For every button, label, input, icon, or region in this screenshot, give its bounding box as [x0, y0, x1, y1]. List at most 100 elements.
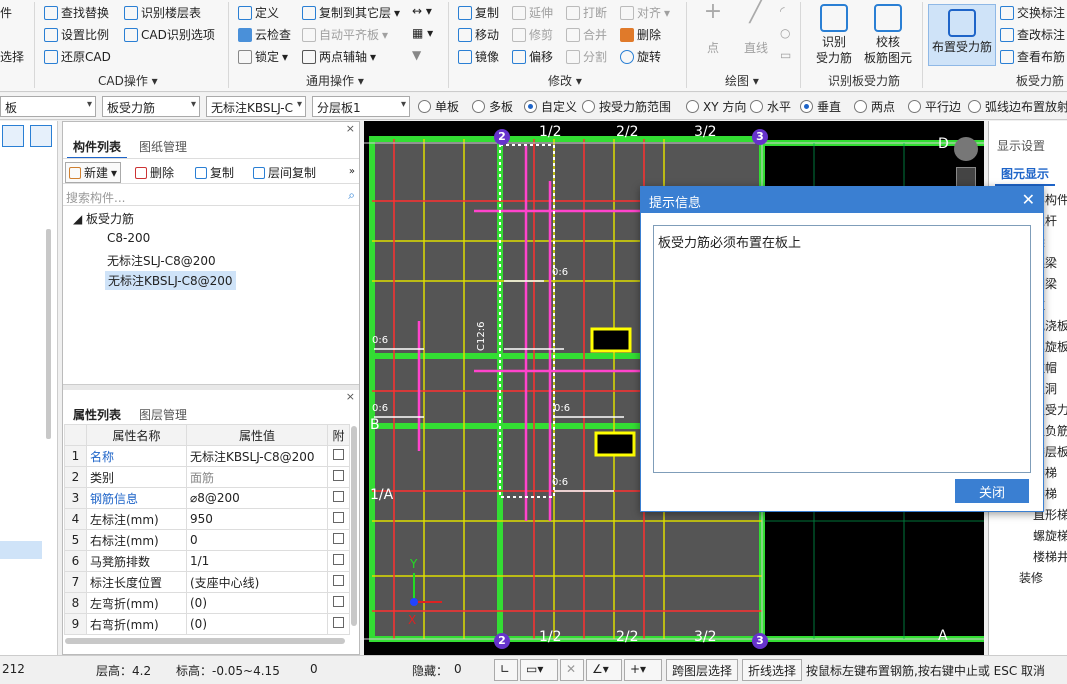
table-row[interactable]: 6 马凳筋排数 1/1: [64, 550, 350, 572]
grid-view-icon[interactable]: [30, 125, 52, 147]
table-row[interactable]: 3 钢筋信息 ⌀8@200: [64, 487, 350, 509]
table-row[interactable]: 5 右标注(mm) 0: [64, 529, 350, 551]
split-button[interactable]: 分割: [566, 48, 607, 65]
draw-rect-button[interactable]: ▭: [780, 48, 791, 62]
radio-option[interactable]: 多板: [472, 98, 513, 115]
align-button[interactable]: 对齐 ▾: [620, 4, 670, 21]
radio-option[interactable]: 垂直: [800, 98, 841, 115]
floor-type-select[interactable]: 板: [0, 96, 96, 117]
rotate-button[interactable]: 旋转: [620, 48, 661, 65]
snap-toggle[interactable]: ▭▾: [520, 659, 558, 681]
place-rebar-button[interactable]: 布置受力筋: [928, 4, 996, 66]
polyline-select-button[interactable]: 折线选择: [742, 659, 803, 681]
radio-option[interactable]: 单板: [418, 98, 459, 115]
cad-options-button[interactable]: CAD识别选项: [124, 26, 215, 43]
cross-toggle[interactable]: ✕: [560, 659, 584, 681]
merge-button[interactable]: 合并: [566, 26, 607, 43]
table-row[interactable]: 4 左标注(mm) 950: [64, 508, 350, 530]
display-item[interactable]: 螺旋梯: [1033, 527, 1067, 544]
trim-button[interactable]: 修剪: [512, 26, 553, 43]
table-row[interactable]: 2 类别 面筋: [64, 466, 350, 488]
search-input[interactable]: 搜索构件... ⌕: [63, 186, 359, 206]
axis-marker-bottom[interactable]: 2: [494, 633, 510, 649]
table-row[interactable]: 8 左弯折(mm) (0): [64, 592, 350, 614]
lock-button[interactable]: 锁定 ▾: [238, 48, 288, 65]
list-view-icon[interactable]: [2, 125, 24, 147]
more-icon[interactable]: »: [349, 166, 355, 177]
identify-rebar-button[interactable]: 识别 受力筋: [808, 4, 860, 66]
floor-copy-button[interactable]: 层间复制: [253, 164, 316, 181]
group-label-draw[interactable]: 绘图 ▾: [725, 72, 759, 89]
checkbox[interactable]: [333, 617, 344, 628]
restore-cad-button[interactable]: 还原CAD: [44, 48, 111, 65]
radio-option[interactable]: 按受力筋范围: [582, 98, 671, 115]
move-button[interactable]: 移动: [458, 26, 499, 43]
display-item[interactable]: 楼梯井: [1033, 548, 1067, 565]
set-scale-button[interactable]: 设置比例: [44, 26, 109, 43]
axis-marker-top[interactable]: 2: [494, 129, 510, 145]
panel-close-icon[interactable]: ×: [346, 122, 355, 135]
left-scrollbar[interactable]: [46, 229, 51, 439]
component-name-select[interactable]: 无标注KBSLJ-C: [206, 96, 306, 117]
dimension-button[interactable]: ↔ ▾: [412, 4, 432, 18]
auto-level-slab-button[interactable]: 自动平齐板 ▾: [302, 26, 388, 43]
copy-to-floor-button[interactable]: 复制到其它层 ▾: [302, 4, 400, 21]
delete-component-button[interactable]: 删除: [135, 164, 174, 181]
offset-toggle[interactable]: +▾: [624, 659, 662, 681]
angle-toggle[interactable]: ∠▾: [586, 659, 622, 681]
ortho-toggle[interactable]: ∟: [494, 659, 518, 681]
props-hscrollbar[interactable]: [65, 638, 345, 644]
copy-button[interactable]: 复制: [458, 4, 499, 21]
edge-button-2[interactable]: 选择: [0, 48, 24, 65]
props-scrollbar[interactable]: [351, 426, 357, 626]
break-button[interactable]: 打断: [566, 4, 607, 21]
cross-layer-button[interactable]: 跨图层选择: [666, 659, 739, 681]
group-label-modify[interactable]: 修改 ▾: [548, 72, 582, 89]
mirror-button[interactable]: 镜像: [458, 48, 499, 65]
radio-option[interactable]: XY 方向: [686, 98, 746, 115]
checkbox[interactable]: [333, 512, 344, 523]
axis-marker-top[interactable]: 3: [752, 129, 768, 145]
table-row[interactable]: 9 右弯折(mm) (0): [64, 613, 350, 635]
close-icon[interactable]: ✕: [1022, 190, 1035, 209]
two-point-axis-button[interactable]: 两点辅轴 ▾: [302, 48, 376, 65]
table-row[interactable]: 1 名称 无标注KBSLJ-C8@200: [64, 445, 350, 467]
find-replace-button[interactable]: 查找替换: [44, 4, 109, 21]
component-type-select[interactable]: 板受力筋: [102, 96, 200, 117]
edge-button-1[interactable]: 件: [0, 4, 12, 21]
axis-marker-bottom[interactable]: 3: [752, 633, 768, 649]
tab-component-list[interactable]: 构件列表: [67, 136, 128, 159]
checkbox[interactable]: [333, 575, 344, 586]
swap-label-button[interactable]: 交换标注: [1000, 4, 1065, 21]
checkbox[interactable]: [333, 470, 344, 481]
define-button[interactable]: 定义: [238, 4, 279, 21]
group-label-general[interactable]: 通用操作 ▾: [306, 72, 364, 89]
filter-button[interactable]: ▼: [412, 48, 421, 62]
cloud-check-button[interactable]: 云检查: [238, 26, 291, 43]
delete-button[interactable]: 删除: [620, 26, 661, 43]
offset-button[interactable]: 偏移: [512, 48, 553, 65]
grid-button[interactable]: ▦ ▾: [412, 26, 433, 40]
draw-line-button[interactable]: ╱ 直线: [736, 1, 776, 56]
selected-nav-item[interactable]: [0, 541, 42, 559]
checkbox[interactable]: [333, 596, 344, 607]
tree-item[interactable]: C8-200: [107, 231, 150, 245]
checkbox[interactable]: [333, 491, 344, 502]
tree-item[interactable]: 无标注SLJ-C8@200: [107, 252, 216, 269]
layer-select[interactable]: 分层板1: [312, 96, 410, 117]
new-button[interactable]: 新建 ▾: [65, 162, 122, 183]
radio-option[interactable]: 两点: [854, 98, 895, 115]
radio-option[interactable]: 平行边: [908, 98, 961, 115]
check-label-button[interactable]: 查改标注: [1000, 26, 1065, 43]
tree-item-selected[interactable]: 无标注KBSLJ-C8@200: [105, 271, 236, 290]
view-cube-icon[interactable]: [954, 137, 978, 161]
tab-drawing-management[interactable]: 图纸管理: [133, 136, 193, 157]
checkbox[interactable]: [333, 554, 344, 565]
copy-component-button[interactable]: 复制: [195, 164, 234, 181]
radio-option[interactable]: 弧线边布置放射: [968, 98, 1067, 115]
radio-option[interactable]: 自定义: [524, 98, 577, 115]
tree-root[interactable]: ◢ 板受力筋: [73, 210, 134, 227]
table-row[interactable]: 7 标注长度位置 (支座中心线): [64, 571, 350, 593]
close-button[interactable]: 关闭: [955, 479, 1029, 503]
props-close-icon[interactable]: ×: [346, 390, 355, 403]
